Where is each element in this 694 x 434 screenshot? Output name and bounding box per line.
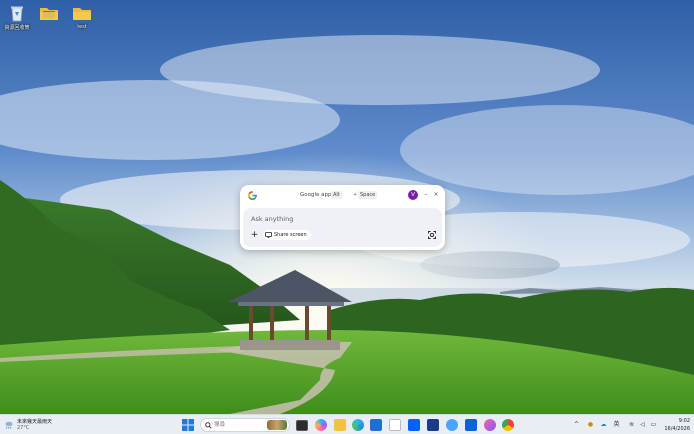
amazon-icon[interactable] xyxy=(389,419,401,431)
desktop-icon-recycle-bin[interactable]: 資源回收筒 xyxy=(0,2,34,31)
search-highlight-image xyxy=(267,420,287,430)
desktop-icons: 資源回收筒 test xyxy=(0,2,100,38)
recycle-bin-icon xyxy=(11,6,23,22)
desktop-icon-label: test xyxy=(77,24,87,30)
battery-icon[interactable]: ▭ xyxy=(649,419,658,430)
weather-rain-icon xyxy=(5,421,13,429)
start-windows-icon[interactable] xyxy=(182,419,194,431)
google-app-header: Google app Alt + Space V – × xyxy=(240,185,445,205)
shortcut-plus: + xyxy=(353,192,358,198)
close-button[interactable]: × xyxy=(432,190,440,200)
file-explorer-icon[interactable] xyxy=(334,419,346,431)
store-icon[interactable] xyxy=(370,419,382,431)
desktop: 資源回收筒 test Google app Alt + Space V – × … xyxy=(0,0,694,434)
weather-text: 未來幾天最雨天 xyxy=(17,419,53,425)
prompt-box[interactable]: Ask anything + Share screen xyxy=(243,208,442,247)
clock-time: 9:02 xyxy=(678,418,690,424)
google-logo-icon xyxy=(248,191,257,200)
screen-icon xyxy=(265,232,272,238)
desktop-icon-label: 資源回收筒 xyxy=(4,25,30,31)
chrome-icon[interactable] xyxy=(502,419,514,431)
app-pencil-icon[interactable] xyxy=(446,419,458,431)
task-view-icon[interactable] xyxy=(296,420,308,431)
add-button[interactable]: + xyxy=(250,231,259,240)
desktop-icon-test[interactable]: test xyxy=(65,2,99,30)
volume-icon[interactable]: ◁ xyxy=(638,419,647,430)
folder-icon xyxy=(40,8,58,20)
share-screen-label: Share screen xyxy=(274,232,307,238)
minimize-button[interactable]: – xyxy=(422,190,430,200)
google-app-title: Google app xyxy=(300,192,332,198)
wifi-icon[interactable]: ≋ xyxy=(627,419,636,430)
app-blue-icon[interactable] xyxy=(465,419,477,431)
taskbar: 未來幾天最雨天 27°C ^ xyxy=(0,414,694,434)
shortcut-key-space: Space xyxy=(358,191,378,199)
folder-icon xyxy=(73,8,91,20)
search-input[interactable] xyxy=(214,420,264,430)
dropbox-icon[interactable] xyxy=(408,419,420,431)
lens-icon[interactable] xyxy=(427,230,437,240)
copilot-icon[interactable] xyxy=(315,419,327,431)
app-pink-icon[interactable] xyxy=(484,419,496,431)
prompt-input[interactable]: Ask anything xyxy=(251,215,293,223)
google-app-window: Google app Alt + Space V – × Ask anythin… xyxy=(240,185,445,250)
chevron-up-icon[interactable]: ^ xyxy=(572,419,581,430)
shortcut-key-alt: Alt xyxy=(331,191,342,199)
clock-date: 16/4/2026 xyxy=(664,426,690,432)
share-screen-button[interactable]: Share screen xyxy=(263,230,311,240)
avatar[interactable]: V xyxy=(408,190,418,200)
clock[interactable]: 9:02 16/4/2026 xyxy=(664,417,690,433)
app-b-icon[interactable] xyxy=(427,419,439,431)
desktop-icon-folder[interactable] xyxy=(32,2,66,24)
input-language-indicator[interactable]: 英 xyxy=(612,419,621,430)
search-icon xyxy=(205,422,212,429)
tray-cloud-icon[interactable]: ☁ xyxy=(599,419,608,430)
edge-icon[interactable] xyxy=(352,419,364,431)
weather-temp: 27°C xyxy=(17,425,30,431)
taskbar-search[interactable] xyxy=(200,418,290,432)
tray-app-icon[interactable]: ● xyxy=(586,419,595,430)
